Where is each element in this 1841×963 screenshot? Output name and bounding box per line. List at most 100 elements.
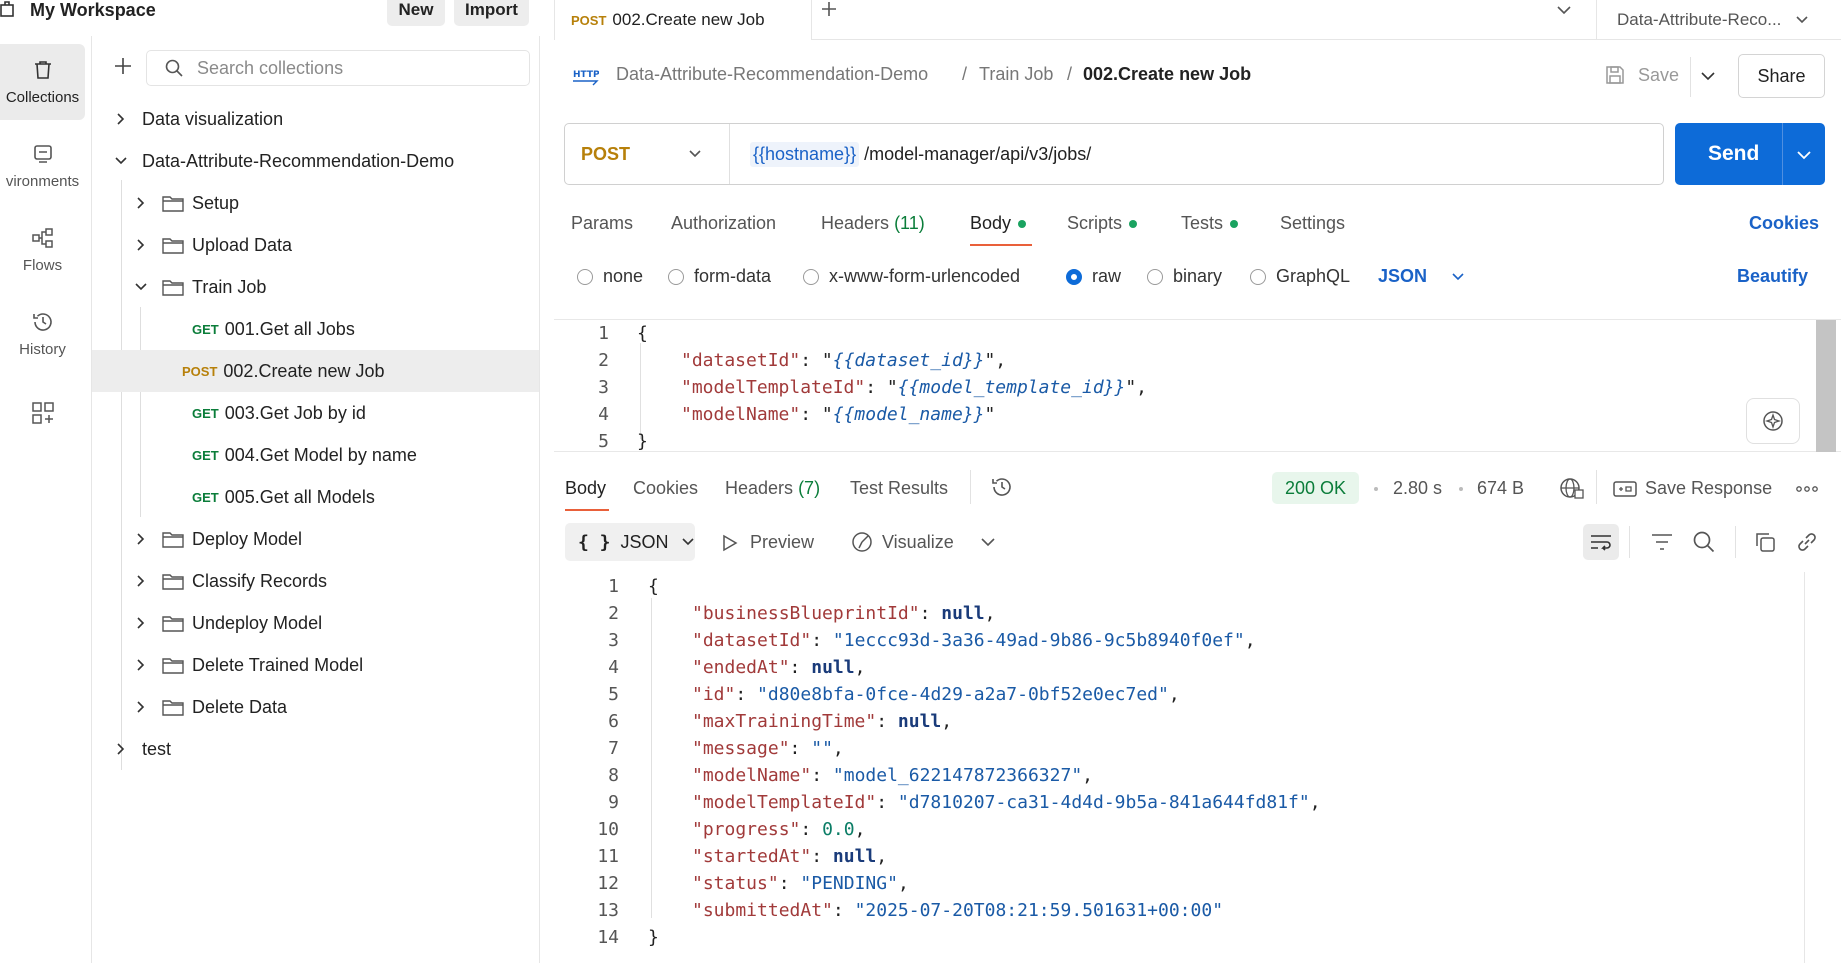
- radio-none[interactable]: none: [577, 266, 643, 287]
- request-get-job-by-id[interactable]: GET 003.Get Job by id: [92, 392, 539, 434]
- chevron-down-icon[interactable]: [1796, 149, 1812, 161]
- cookies-link[interactable]: Cookies: [1749, 213, 1819, 234]
- search-icon[interactable]: [1692, 530, 1716, 554]
- request-get-model-by-name[interactable]: GET 004.Get Model by name: [92, 434, 539, 476]
- method-badge: GET: [192, 447, 219, 463]
- more-options-icon[interactable]: [1796, 486, 1818, 492]
- tree-folder-train-job[interactable]: Train Job: [92, 266, 539, 308]
- search-collections[interactable]: [146, 50, 530, 86]
- history-icon[interactable]: [990, 475, 1014, 499]
- code-line: {: [637, 323, 648, 344]
- network-globe-icon[interactable]: [1559, 476, 1585, 500]
- editor-scrollbar[interactable]: [1816, 320, 1836, 452]
- workspace-title[interactable]: My Workspace: [30, 0, 156, 21]
- tree-item-test[interactable]: test: [92, 728, 539, 770]
- tab-create-new-job[interactable]: POST 002.Create new Job: [554, 0, 812, 40]
- copy-icon[interactable]: [1753, 530, 1777, 554]
- resp-tab-test-results[interactable]: Test Results: [850, 478, 948, 499]
- tree-folder-delete-trained-model[interactable]: Delete Trained Model: [92, 644, 539, 686]
- method-value: POST: [581, 143, 631, 164]
- format-select[interactable]: { } JSON: [565, 523, 695, 561]
- radio-graphql[interactable]: GraphQL: [1250, 266, 1350, 287]
- tree-folder-classify-records[interactable]: Classify Records: [92, 560, 539, 602]
- code-line: "endedAt": null,: [692, 657, 866, 678]
- send-button[interactable]: Send: [1675, 123, 1825, 185]
- resp-tab-cookies[interactable]: Cookies: [633, 478, 698, 499]
- folder-icon: [162, 698, 184, 716]
- environment-select[interactable]: Data-Attribute-Reco...: [1596, 0, 1841, 40]
- save-button[interactable]: Save: [1604, 64, 1679, 86]
- rail-history-label: History: [19, 340, 66, 358]
- new-tab-icon[interactable]: [818, 0, 840, 20]
- tabs-dropdown-icon[interactable]: [1556, 4, 1572, 16]
- import-button[interactable]: Import: [454, 0, 529, 26]
- url-path: /model-manager/api/v3/jobs/: [864, 143, 1092, 164]
- request-get-all-jobs[interactable]: GET 001.Get all Jobs: [92, 308, 539, 350]
- breadcrumb-folder[interactable]: Train Job: [979, 64, 1053, 85]
- code-line: "datasetId": "1eccc93d-3a36-49ad-9b86-9c…: [692, 630, 1256, 651]
- tree-item-data-visualization[interactable]: Data visualization: [92, 98, 539, 140]
- rail-history[interactable]: History: [0, 296, 85, 372]
- tab-tests[interactable]: Tests: [1181, 213, 1239, 234]
- beautify-button[interactable]: Beautify: [1737, 266, 1808, 287]
- request-get-all-models[interactable]: GET 005.Get all Models: [92, 476, 539, 518]
- visualize-button[interactable]: Visualize: [850, 530, 954, 554]
- rail-environments[interactable]: vironments: [0, 128, 85, 204]
- rail-flows[interactable]: Flows: [0, 212, 85, 288]
- resp-tab-headers[interactable]: Headers (7): [725, 478, 820, 499]
- new-button[interactable]: New: [387, 0, 445, 26]
- breadcrumb-collection[interactable]: Data-Attribute-Recommendation-Demo: [616, 64, 928, 85]
- radio-form-data[interactable]: form-data: [668, 266, 771, 287]
- code-line: "message": "",: [692, 738, 844, 759]
- rail-add-apps[interactable]: [0, 388, 85, 438]
- tree-folder-delete-data[interactable]: Delete Data: [92, 686, 539, 728]
- workspace-icon: [0, 1, 16, 19]
- search-input[interactable]: [197, 57, 517, 79]
- tab-params[interactable]: Params: [571, 213, 633, 234]
- filter-icon[interactable]: [1651, 532, 1673, 552]
- sparkle-icon: [1761, 409, 1785, 433]
- share-button[interactable]: Share: [1738, 54, 1825, 98]
- url-input[interactable]: {{hostname}} /model-manager/api/v3/jobs/: [730, 141, 1092, 167]
- chevron-down-icon[interactable]: [980, 536, 996, 548]
- trash-icon: [32, 59, 54, 81]
- add-collection-icon[interactable]: [113, 56, 133, 76]
- tab-authorization[interactable]: Authorization: [671, 213, 776, 234]
- status-badge[interactable]: 200 OK: [1272, 472, 1360, 504]
- tree-folder-deploy-model[interactable]: Deploy Model: [92, 518, 539, 560]
- code-line: "businessBlueprintId": null,: [692, 603, 996, 624]
- headers-count: (11): [894, 213, 925, 233]
- link-icon[interactable]: [1795, 530, 1819, 554]
- response-time[interactable]: 2.80 s: [1393, 478, 1442, 499]
- tree-folder-upload-data[interactable]: Upload Data: [92, 224, 539, 266]
- radio-raw[interactable]: raw: [1066, 266, 1121, 287]
- save-response-icon: [1613, 479, 1637, 499]
- tab-headers[interactable]: Headers (11): [821, 213, 925, 234]
- save-response-button[interactable]: Save Response: [1613, 478, 1772, 499]
- radio-binary[interactable]: binary: [1147, 266, 1222, 287]
- request-create-new-job[interactable]: POST 002.Create new Job: [92, 350, 539, 392]
- breadcrumb-current[interactable]: 002.Create new Job: [1083, 64, 1251, 85]
- tree-folder-setup[interactable]: Setup: [92, 182, 539, 224]
- rail-collections[interactable]: Collections: [0, 44, 85, 120]
- save-dropdown-icon[interactable]: [1700, 70, 1716, 82]
- tab-body[interactable]: Body: [970, 213, 1027, 234]
- method-select[interactable]: POST: [565, 124, 730, 184]
- ai-assist-button[interactable]: [1746, 398, 1800, 444]
- tree-label: test: [142, 738, 172, 759]
- wrap-lines-button[interactable]: [1583, 524, 1619, 560]
- tree-item-dar-demo[interactable]: Data-Attribute-Recommendation-Demo: [92, 140, 539, 182]
- method-badge: GET: [192, 405, 219, 421]
- tab-settings[interactable]: Settings: [1280, 213, 1345, 234]
- radio-urlencoded[interactable]: x-www-form-urlencoded: [803, 266, 1020, 287]
- radio-label: GraphQL: [1276, 266, 1351, 286]
- response-size[interactable]: 674 B: [1477, 478, 1524, 499]
- tab-scripts[interactable]: Scripts: [1067, 213, 1138, 234]
- resp-tab-body[interactable]: Body: [565, 478, 606, 499]
- preview-button[interactable]: Preview: [722, 532, 814, 553]
- language-select[interactable]: JSON: [1378, 266, 1465, 287]
- method-badge: POST: [571, 12, 607, 28]
- code-line: {: [648, 576, 659, 597]
- tree-folder-undeploy-model[interactable]: Undeploy Model: [92, 602, 539, 644]
- line-number: 6: [608, 711, 619, 732]
